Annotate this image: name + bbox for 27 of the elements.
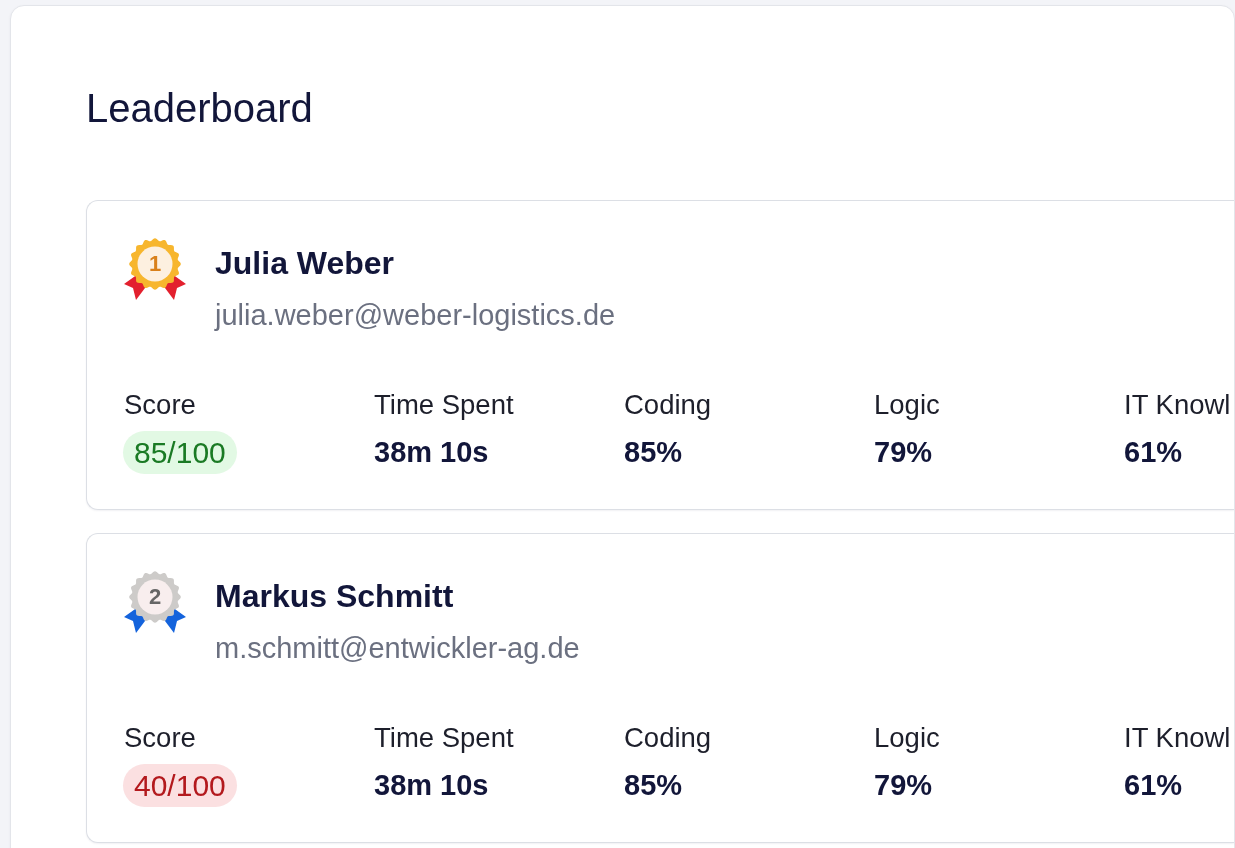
stat-label: Time Spent	[374, 721, 514, 755]
stat-value: 85%	[624, 435, 683, 470]
user-email: julia.weber@weber-logistics.de	[215, 298, 616, 333]
stat-value: 38m 10s	[374, 768, 489, 803]
stat-value: 79%	[874, 768, 933, 803]
rank-number: 2	[148, 583, 162, 611]
page-title: Leaderboard	[86, 85, 313, 132]
user-name: Markus Schmitt	[215, 577, 454, 616]
score-badge: 85/100	[123, 431, 237, 474]
stat-value: 61%	[1124, 435, 1183, 470]
user-name: Julia Weber	[215, 244, 395, 283]
stat-label: Score	[124, 388, 196, 422]
rank-number: 1	[148, 250, 162, 278]
stat-value: 85%	[624, 768, 683, 803]
stat-value: 61%	[1124, 768, 1183, 803]
stat-label: IT Knowl	[1124, 388, 1231, 422]
stat-label: Time Spent	[374, 388, 514, 422]
user-email: m.schmitt@entwickler-ag.de	[215, 631, 580, 666]
stat-value: 79%	[874, 435, 933, 470]
stat-label: Coding	[624, 388, 712, 422]
stat-label: Coding	[624, 721, 712, 755]
stat-label: Logic	[874, 388, 940, 422]
stat-label: IT Knowl	[1124, 721, 1231, 755]
score-badge: 40/100	[123, 764, 237, 807]
stat-value: 38m 10s	[374, 435, 489, 470]
stat-label: Logic	[874, 721, 940, 755]
stat-label: Score	[124, 721, 196, 755]
